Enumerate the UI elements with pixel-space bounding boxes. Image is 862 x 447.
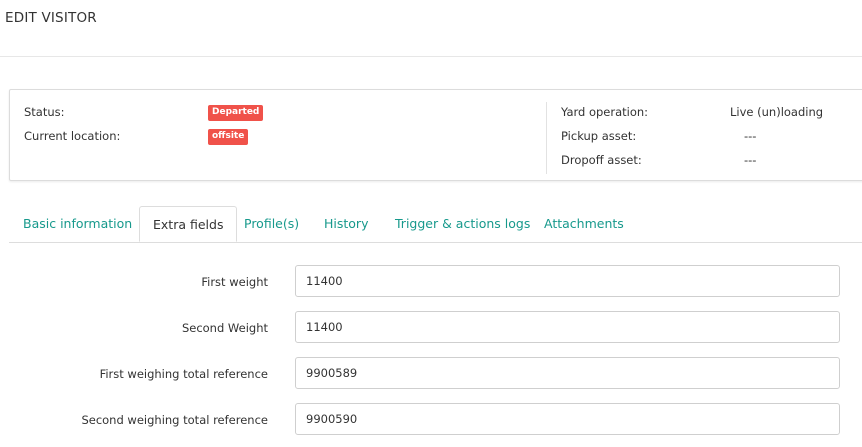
dropoff-asset-value: ---	[744, 153, 757, 167]
page-title: EDIT VISITOR	[5, 10, 97, 26]
title-divider	[0, 56, 862, 57]
tab-trigger-actions-logs[interactable]: Trigger & actions logs	[395, 206, 530, 242]
visitor-info-panel: Status: Departed Current location: offsi…	[9, 89, 862, 181]
second-weighing-reference-label: Second weighing total reference	[81, 413, 268, 427]
second-weight-label: Second Weight	[181, 321, 268, 335]
yard-operation-value: Live (un)loading	[730, 105, 824, 119]
first-weighing-reference-input[interactable]	[295, 357, 840, 389]
first-weight-input[interactable]	[295, 265, 840, 297]
location-badge: offsite	[208, 129, 249, 145]
status-label: Status:	[24, 105, 65, 119]
tab-extra-fields[interactable]: Extra fields	[139, 206, 238, 242]
tab-history[interactable]: History	[324, 206, 368, 242]
panel-divider	[546, 102, 547, 174]
first-weighing-reference-label: First weighing total reference	[99, 367, 268, 381]
pickup-asset-value: ---	[744, 129, 757, 143]
status-badge: Departed	[208, 105, 264, 121]
current-location-label: Current location:	[24, 129, 121, 143]
tab-bar-border	[9, 242, 862, 243]
pickup-asset-label: Pickup asset:	[561, 129, 637, 143]
tab-profiles[interactable]: Profile(s)	[244, 206, 299, 242]
yard-operation-label: Yard operation:	[561, 105, 649, 119]
second-weight-input[interactable]	[295, 311, 840, 343]
tab-basic-information[interactable]: Basic information	[23, 206, 132, 242]
dropoff-asset-label: Dropoff asset:	[561, 153, 642, 167]
tab-bar: Basic information Extra fields Profile(s…	[0, 206, 862, 243]
tab-attachments[interactable]: Attachments	[544, 206, 624, 242]
first-weight-label: First weight	[201, 275, 268, 289]
second-weighing-reference-input[interactable]	[295, 403, 840, 435]
